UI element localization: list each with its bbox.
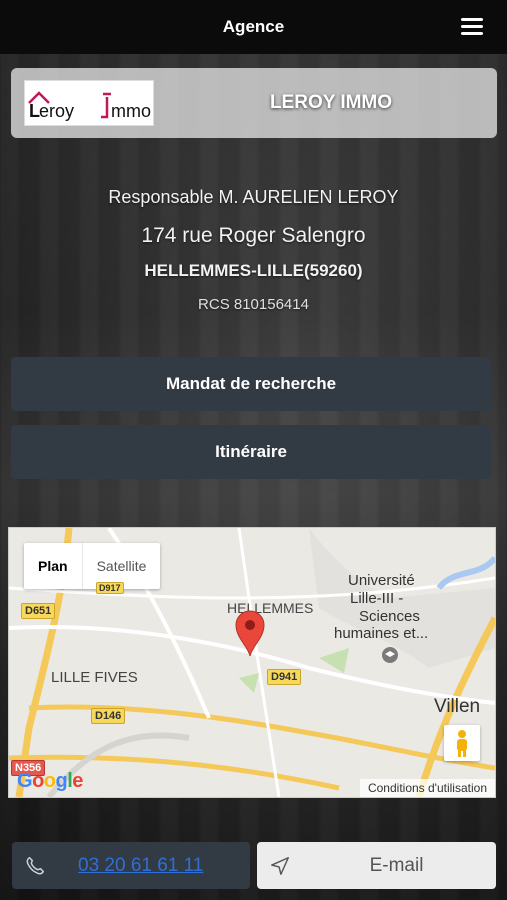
email-label: E-mail [369,854,424,876]
road-badge-d917: D917 [96,582,124,594]
phone-icon [26,856,45,875]
page-title: Agence [222,17,285,36]
send-icon [271,857,289,875]
map-type-plan[interactable]: Plan [24,543,83,589]
svg-text:mmo: mmo [111,101,151,121]
agency-header: L eroy mmo LEROY IMMO [11,68,497,138]
svg-text:eroy: eroy [39,101,74,121]
road-badge-d941: D941 [267,669,302,685]
rcs-number: RCS 810156414 [198,296,309,313]
google-logo: Google [17,770,83,792]
phone-contact: 03 20 61 61 11 [12,842,250,889]
agency-logo: L eroy mmo [25,81,153,125]
map-label-villen: Villen [434,696,481,717]
map-label-humaines: humaines et... [334,625,429,642]
map-label-sciences: Sciences [359,608,420,625]
university-icon [382,647,398,663]
map-view[interactable]: Plan Satellite HELLEMMES LILLE FIVES Uni… [8,527,496,798]
map-label-lille-fives: LILLE FIVES [51,669,138,686]
street-address: 174 rue Roger Salengro [141,224,366,247]
map-terms-link[interactable]: Conditions d'utilisation [359,779,495,797]
map-marker-icon[interactable] [234,608,266,658]
map-label-lille3: Lille-III - [350,590,404,607]
agency-name: LEROY IMMO [269,92,393,113]
map-label-universite: Université [348,572,415,589]
road-badge-d651: D651 [21,603,56,619]
itineraire-button[interactable]: Itinéraire [11,425,491,479]
road-badge-d146: D146 [91,708,126,724]
responsable-text: Responsable M. AURELIEN LEROY [108,187,399,207]
mandat-recherche-button[interactable]: Mandat de recherche [11,357,491,411]
map-type-control: Plan Satellite [24,543,161,589]
hamburger-menu-icon[interactable] [461,18,483,36]
street-view-pegman-icon[interactable] [444,725,480,761]
city-address: HELLEMMES-LILLE(59260) [144,261,363,280]
top-bar: Agence [0,0,507,54]
phone-number-link[interactable]: 03 20 61 61 11 [78,842,203,889]
email-button[interactable]: E-mail [257,842,496,889]
